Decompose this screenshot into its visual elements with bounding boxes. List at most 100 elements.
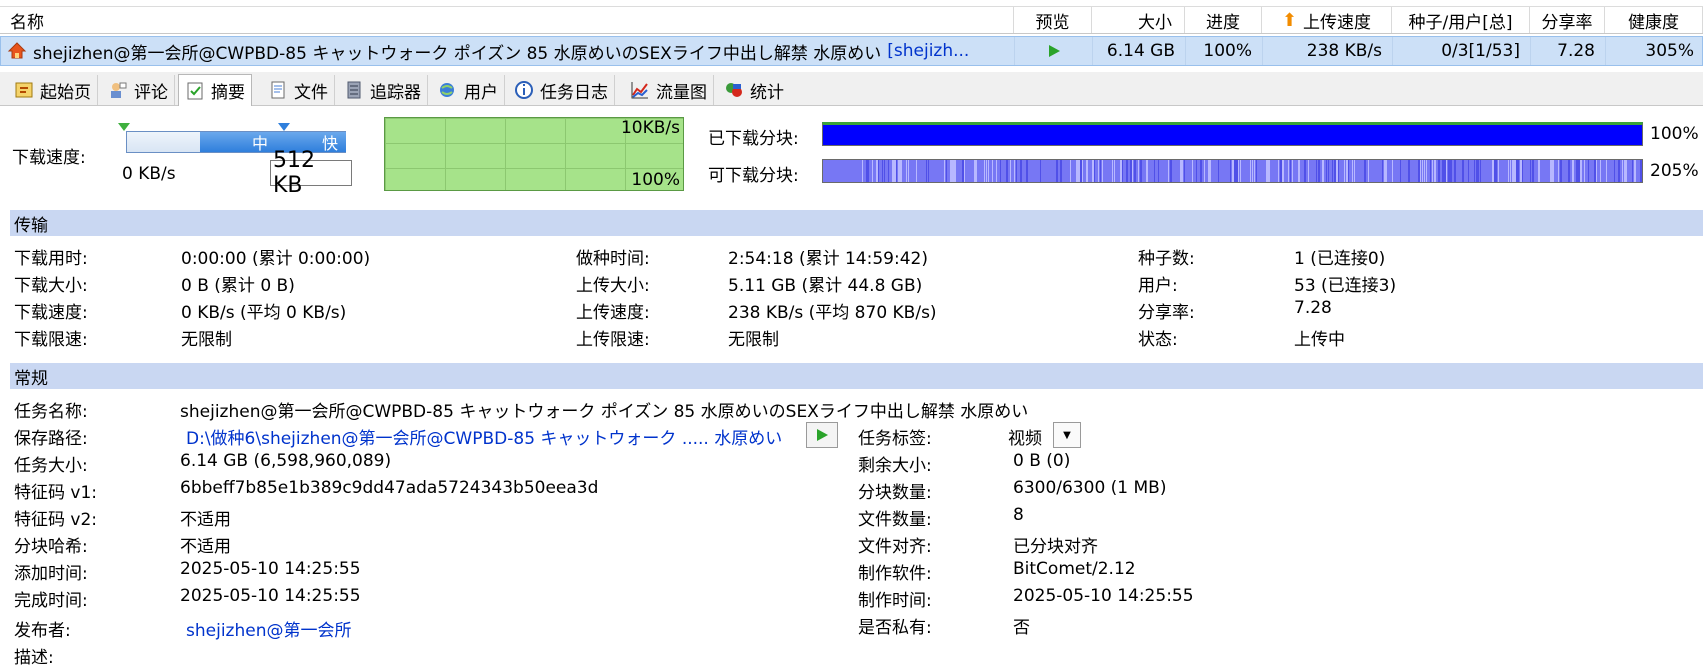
general-left-row-1-value: 6bbeff7b85e1b389c9dd47ada5724343b50eea3d	[180, 478, 599, 498]
piece-stripe	[1510, 160, 1511, 182]
general-left-row-5-value: 2025-05-10 14:25:55	[180, 586, 361, 606]
column-header-upload-speed[interactable]: ⬆ 上传速度	[1262, 7, 1392, 33]
piece-stripe	[1250, 160, 1251, 182]
piece-stripe	[1492, 160, 1494, 182]
piece-stripe	[1446, 160, 1447, 182]
piece-stripe	[1252, 160, 1253, 182]
piece-stripe	[1468, 160, 1469, 182]
general-left-row-0-label: 任务大小:	[14, 456, 88, 476]
preview-play-button[interactable]	[1015, 37, 1093, 65]
piece-stripe	[1100, 160, 1101, 182]
piece-stripe	[878, 160, 879, 182]
piece-stripe	[1368, 160, 1369, 182]
piece-stripe	[916, 160, 917, 182]
column-header-size[interactable]: 大小	[1092, 7, 1185, 33]
general-right-row-1-label: 分块数量:	[858, 483, 932, 503]
general-right-row-0-label: 剩余大小:	[858, 456, 932, 476]
piece-stripe	[1354, 160, 1355, 182]
available-pieces-bar	[822, 159, 1643, 183]
piece-stripe	[1278, 160, 1279, 182]
piece-stripe	[986, 160, 987, 182]
piece-stripe	[1560, 160, 1562, 182]
piece-stripe	[1512, 160, 1514, 182]
piece-stripe	[1450, 160, 1452, 182]
general-right-row-5-label: 制作时间:	[858, 591, 932, 611]
transfer-col2-row-3-label: 上传限速:	[576, 330, 650, 350]
piece-stripe	[1120, 160, 1122, 182]
piece-stripe	[1594, 160, 1596, 182]
piece-stripe	[1508, 160, 1509, 182]
info-icon	[515, 81, 533, 99]
transfer-col1-row-2-label: 下载速度:	[14, 303, 88, 323]
downloaded-pieces-label: 已下载分块:	[708, 129, 799, 149]
task-row[interactable]: shejizhen@第一会所@CWPBD-85 キャットウォーク ポイズン 85…	[0, 36, 1703, 66]
piece-stripe	[1580, 160, 1582, 182]
piece-stripe	[1292, 160, 1293, 182]
piece-stripe	[1232, 160, 1234, 182]
piece-stripe	[1454, 160, 1456, 182]
publisher-link[interactable]: shejizhen@第一会所	[186, 616, 351, 641]
piece-stripe	[908, 160, 909, 182]
available-pieces-value: 205%	[1650, 161, 1699, 181]
transfer-col2-row-0-value: 2:54:18 (累计 14:59:42)	[728, 249, 928, 269]
piece-stripe	[1386, 160, 1387, 182]
piece-stripe	[1430, 160, 1431, 182]
piece-stripe	[1080, 160, 1082, 182]
column-header-progress[interactable]: 进度	[1185, 7, 1262, 33]
piece-stripe	[1102, 160, 1103, 182]
transfer-col3-row-3-value: 上传中	[1294, 330, 1345, 350]
piece-stripe	[1328, 160, 1329, 182]
piece-stripe	[906, 160, 907, 182]
tab-summary[interactable]: 摘要	[178, 74, 252, 106]
tab-task-log[interactable]: 任务日志	[508, 75, 615, 105]
piece-stripe	[1348, 160, 1349, 182]
piece-stripe	[1020, 160, 1022, 182]
piece-stripe	[1098, 160, 1099, 182]
piece-stripe	[1384, 160, 1386, 182]
tab-start-page[interactable]: 起始页	[8, 75, 98, 105]
piece-stripe	[996, 160, 997, 182]
task-ratio: 7.28	[1531, 37, 1606, 65]
general-right-row-3-label: 文件对齐:	[858, 537, 932, 557]
column-header-health[interactable]: 健康度	[1605, 7, 1703, 33]
speed-limit-input[interactable]: 512 KB	[270, 148, 352, 198]
piece-stripe	[1182, 160, 1183, 182]
transfer-col3-row-2-label: 分享率:	[1138, 303, 1195, 323]
tab-files[interactable]: 文件	[262, 75, 335, 105]
transfer-col1-row-0-value: 0:00:00 (累计 0:00:00)	[181, 249, 371, 269]
piece-stripe	[1334, 160, 1336, 182]
piece-stripe	[1138, 160, 1139, 182]
piece-stripe	[1114, 160, 1115, 182]
task-name-cell[interactable]: shejizhen@第一会所@CWPBD-85 キャットウォーク ポイズン 85…	[1, 37, 1015, 65]
tab-traffic-graph[interactable]: 流量图	[624, 75, 714, 105]
piece-stripe	[892, 160, 894, 182]
general-right-row-2-label: 文件数量:	[858, 510, 932, 530]
column-header-seeds-users[interactable]: 种子/用户[总]	[1392, 7, 1530, 33]
piece-stripe	[1078, 160, 1080, 182]
piece-stripe	[1298, 160, 1300, 182]
piece-stripe	[1550, 160, 1552, 182]
piece-stripe	[1494, 160, 1496, 182]
piece-stripe	[1516, 160, 1518, 182]
open-folder-play-button[interactable]	[806, 422, 838, 448]
piece-stripe	[1236, 160, 1238, 182]
transfer-col1-row-3-value: 无限制	[181, 330, 232, 350]
piece-stripe	[1070, 160, 1071, 182]
tab-comments[interactable]: 评论	[102, 75, 175, 105]
piece-stripe	[1326, 160, 1327, 182]
transfer-col1-row-1-label: 下载大小:	[14, 276, 88, 296]
tab-trackers[interactable]: 追踪器	[338, 75, 428, 105]
column-header-name[interactable]: 名称	[0, 7, 1014, 33]
piece-stripe	[1474, 160, 1475, 182]
column-header-preview[interactable]: 预览	[1014, 7, 1092, 33]
piece-stripe	[946, 160, 947, 182]
task-tag-dropdown[interactable]: ▼	[1053, 422, 1081, 448]
general-left-row-3-label: 分块哈希:	[14, 537, 88, 557]
task-seeds-users: 0/3[1/53]	[1393, 37, 1531, 65]
tab-statistics[interactable]: 统计	[718, 75, 790, 105]
save-path-link[interactable]: D:\做种6\shejizhen@第一会所@CWPBD-85 キャットウォーク …	[186, 424, 782, 449]
tab-users[interactable]: 用户	[432, 75, 505, 105]
general-left-row-4-label: 添加时间:	[14, 564, 88, 584]
piece-stripe	[1282, 160, 1284, 182]
column-header-ratio[interactable]: 分享率	[1530, 7, 1605, 33]
